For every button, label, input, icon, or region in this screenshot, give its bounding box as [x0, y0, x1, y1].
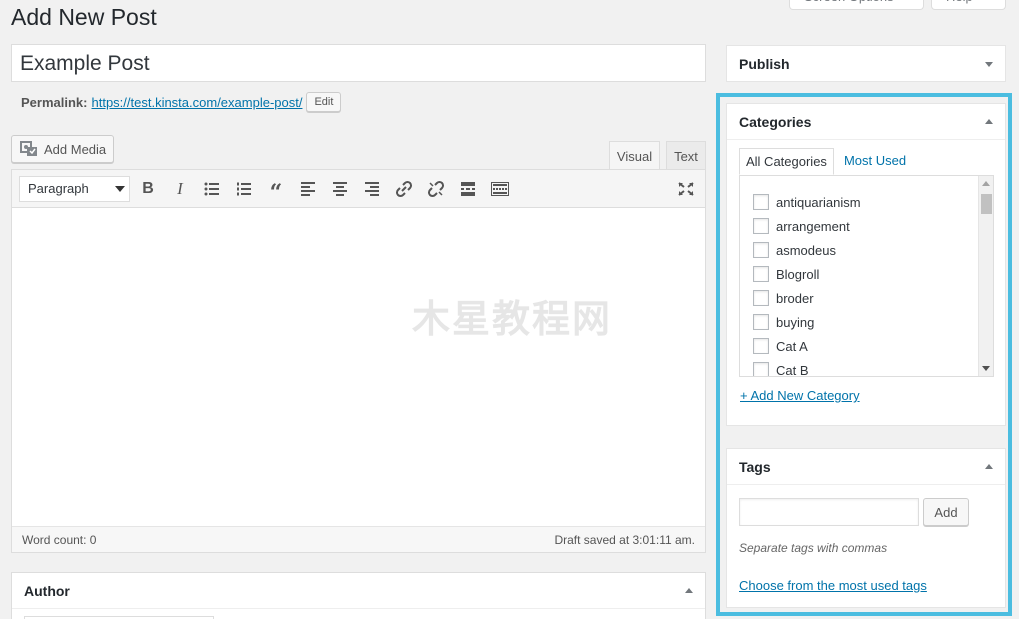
chevron-down-icon: [115, 186, 125, 192]
tab-visual[interactable]: Visual: [609, 141, 660, 170]
publish-title: Publish: [739, 56, 790, 72]
editor-content-area[interactable]: 木星教程网: [12, 208, 705, 526]
tab-text[interactable]: Text: [666, 141, 706, 170]
expand-icon[interactable]: [985, 61, 993, 67]
add-media-label: Add Media: [44, 141, 107, 157]
permalink-label: Permalink:: [21, 94, 88, 110]
align-right-icon[interactable]: [362, 179, 382, 199]
help-button[interactable]: Help: [931, 0, 1006, 10]
align-center-icon[interactable]: [330, 179, 350, 199]
editor-toolbar: Paragraph B I “: [12, 170, 705, 208]
italic-icon[interactable]: I: [170, 179, 190, 199]
permalink: Permalink: https://test.kinsta.com/examp…: [21, 90, 342, 114]
editor-status-bar: Word count: 0 Draft saved at 3:01:11 am.: [12, 526, 705, 552]
fullscreen-icon[interactable]: [676, 179, 696, 199]
publish-metabox: Publish: [726, 45, 1006, 82]
post-title-input[interactable]: Example Post: [11, 44, 706, 82]
media-icon: [20, 141, 37, 156]
numbered-list-icon[interactable]: [234, 179, 254, 199]
format-select[interactable]: Paragraph: [19, 176, 130, 202]
toolbar-toggle-icon[interactable]: [490, 179, 510, 199]
content-editor: Paragraph B I “ 木星教程网 Word count: 0 Draf…: [11, 169, 706, 553]
watermark: 木星教程网: [412, 297, 613, 341]
permalink-edit-button[interactable]: Edit: [306, 92, 342, 112]
tab-all-categories[interactable]: All Categories: [739, 148, 834, 175]
permalink-link[interactable]: https://test.kinsta.com/example-post/: [91, 95, 302, 110]
publish-metabox-header[interactable]: Publish: [727, 46, 1005, 82]
word-count: Word count: 0: [22, 532, 97, 547]
draft-saved-status: Draft saved at 3:01:11 am.: [554, 532, 695, 547]
screen-options-button[interactable]: Screen Options: [789, 0, 924, 10]
author-metabox: Author: [11, 572, 706, 619]
align-left-icon[interactable]: [298, 179, 318, 199]
page-title: Add New Post: [11, 4, 157, 30]
collapse-icon[interactable]: [685, 588, 693, 593]
add-media-button[interactable]: Add Media: [11, 135, 114, 163]
unlink-icon[interactable]: [426, 179, 446, 199]
author-title: Author: [24, 582, 70, 599]
link-icon[interactable]: [394, 179, 414, 199]
bold-icon[interactable]: B: [138, 179, 158, 199]
format-select-value: Paragraph: [28, 181, 89, 196]
blockquote-icon[interactable]: “: [266, 179, 286, 206]
read-more-icon[interactable]: [458, 179, 478, 199]
bulleted-list-icon[interactable]: [202, 179, 222, 199]
author-metabox-header[interactable]: Author: [12, 573, 705, 609]
